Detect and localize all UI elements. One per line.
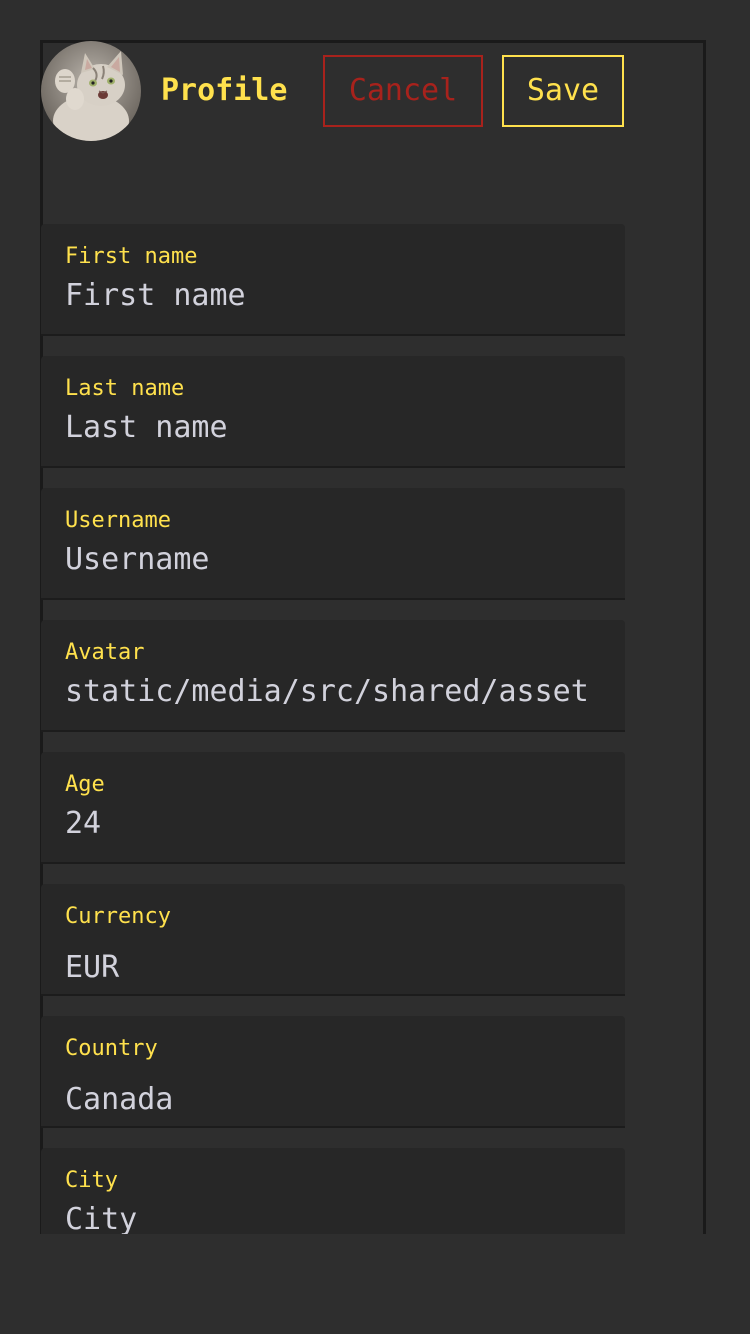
age-input[interactable]: 24	[65, 806, 621, 842]
profile-header: Profile Cancel Save	[41, 41, 625, 145]
last-name-label: Last name	[65, 376, 185, 401]
country-select[interactable]: Canada	[65, 1082, 621, 1118]
city-input[interactable]: City	[65, 1202, 621, 1234]
first-name-field[interactable]: First name First name	[41, 224, 625, 336]
username-field[interactable]: Username Username	[41, 488, 625, 600]
currency-select[interactable]: EUR	[65, 950, 621, 986]
last-name-input[interactable]: Last name	[65, 410, 621, 446]
page-title: Profile	[161, 73, 288, 108]
first-name-label: First name	[65, 244, 198, 269]
country-label: Country	[65, 1036, 158, 1061]
avatar-input[interactable]: static/media/src/shared/asset	[65, 674, 621, 710]
last-name-field[interactable]: Last name Last name	[41, 356, 625, 468]
city-field[interactable]: City City	[41, 1148, 625, 1234]
cat-avatar-icon	[41, 41, 141, 141]
cancel-button[interactable]: Cancel	[323, 55, 483, 127]
age-label: Age	[65, 772, 105, 797]
avatar-label: Avatar	[65, 640, 145, 665]
age-field[interactable]: Age 24	[41, 752, 625, 864]
username-input[interactable]: Username	[65, 542, 621, 578]
first-name-input[interactable]: First name	[65, 278, 621, 314]
currency-label: Currency	[65, 904, 171, 929]
currency-field[interactable]: Currency EUR	[41, 884, 625, 996]
username-label: Username	[65, 508, 171, 533]
avatar-field[interactable]: Avatar static/media/src/shared/asset	[41, 620, 625, 732]
save-button[interactable]: Save	[502, 55, 624, 127]
avatar[interactable]	[41, 41, 141, 141]
country-field[interactable]: Country Canada	[41, 1016, 625, 1128]
city-label: City	[65, 1168, 118, 1193]
